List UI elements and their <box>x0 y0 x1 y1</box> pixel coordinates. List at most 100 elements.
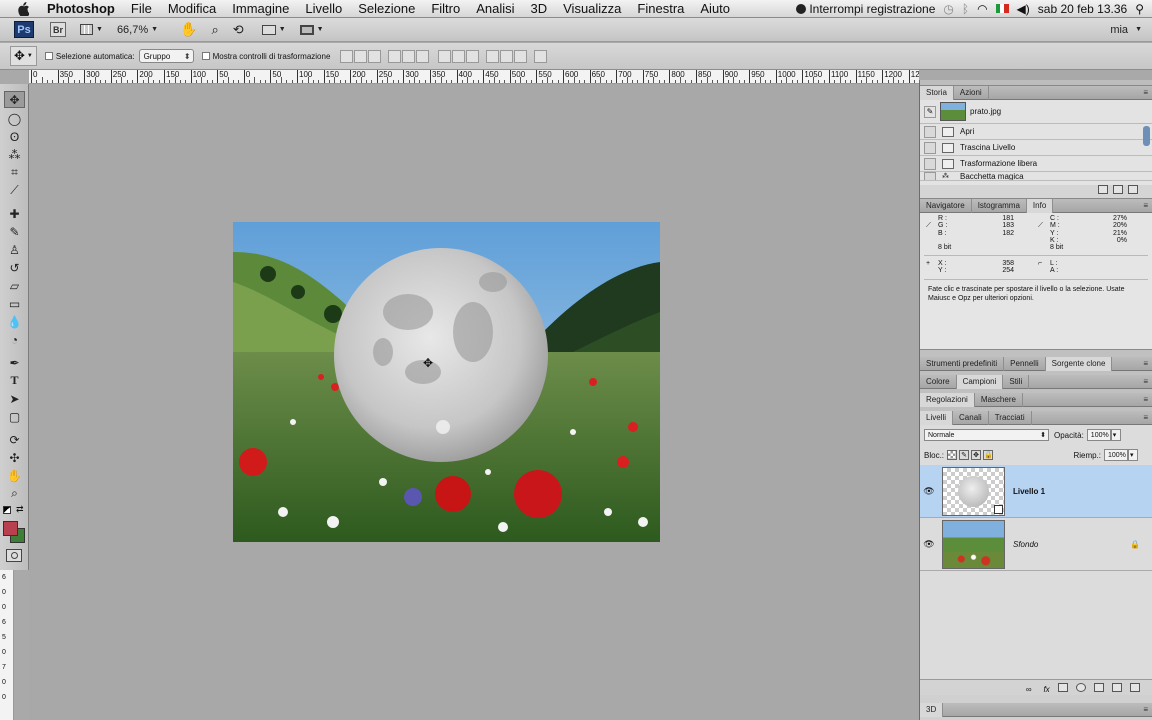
menu-file[interactable]: File <box>123 0 160 18</box>
3d-orbit-icon[interactable]: ✣ <box>4 449 25 466</box>
lasso-tool-icon[interactable]: ʘ <box>4 128 25 145</box>
lock-pixels-icon[interactable]: ✎ <box>959 450 970 460</box>
panel-menu-icon[interactable]: ≡ <box>1143 393 1148 407</box>
menu-modifica[interactable]: Modifica <box>160 0 224 18</box>
type-tool-icon[interactable]: T <box>4 372 25 389</box>
menu-finestra[interactable]: Finestra <box>629 0 692 18</box>
view-extras-button[interactable]: ▼ <box>80 24 103 35</box>
menu-selezione[interactable]: Selezione <box>350 0 423 18</box>
clone-stamp-icon[interactable]: ♙ <box>4 241 25 258</box>
lock-position-icon[interactable]: ✥ <box>971 450 982 460</box>
hand-tool-button[interactable]: ✋ <box>180 21 197 38</box>
tab-layers[interactable]: Livelli <box>920 410 954 425</box>
fill-slider-button[interactable]: ▾ <box>1128 449 1138 461</box>
history-step[interactable]: Trascina Livello <box>920 140 1152 156</box>
horizontal-ruler[interactable]: 0 350 300 250 200 150 100 50 0 50 100 150 200 250 300 3… <box>29 70 919 84</box>
fx-icon[interactable]: fx <box>1040 685 1049 694</box>
apple-menu-icon[interactable] <box>16 1 30 16</box>
tool-preset-picker[interactable]: ✥ ▼ <box>10 46 37 66</box>
canvas-area[interactable]: ✥ <box>29 84 919 720</box>
auto-align-layers-button[interactable] <box>534 49 548 63</box>
brush-tool-icon[interactable]: ✎ <box>4 223 25 240</box>
tab-3d[interactable]: 3D <box>920 702 944 717</box>
distribute-hcenter-button[interactable] <box>500 49 514 63</box>
brush-source-icon[interactable]: ✎ <box>924 105 936 118</box>
layer-row-sfondo[interactable]: 👁 Sfondo 🔒 <box>920 518 1152 571</box>
history-step[interactable]: ⁂ Bacchetta magica <box>920 172 1152 181</box>
move-tool-icon[interactable]: ✥ <box>4 91 25 108</box>
wifi-icon[interactable]: ◠ <box>977 2 987 16</box>
align-left-edges-button[interactable] <box>388 49 402 63</box>
align-top-edges-button[interactable] <box>340 49 354 63</box>
align-vertical-centers-button[interactable] <box>354 49 368 63</box>
menu-3d[interactable]: 3D <box>523 0 556 18</box>
tab-swatches[interactable]: Campioni <box>956 374 1004 389</box>
distribute-bottom-button[interactable] <box>466 49 480 63</box>
new-snapshot-icon[interactable] <box>1113 185 1123 194</box>
healing-brush-icon[interactable]: ✚ <box>4 205 25 222</box>
stop-recording-button[interactable]: Interrompi registrazione <box>796 2 935 16</box>
layer-name[interactable]: Sfondo <box>1013 540 1038 549</box>
distribute-right-button[interactable] <box>514 49 528 63</box>
panel-menu-icon[interactable]: ≡ <box>1143 357 1148 371</box>
default-colors-icon[interactable] <box>3 506 11 514</box>
zoom-level-dropdown[interactable]: 66,7% ▼ <box>117 24 158 36</box>
menu-aiuto[interactable]: Aiuto <box>692 0 738 18</box>
panel-menu-icon[interactable]: ≡ <box>1143 375 1148 389</box>
swap-colors-icon[interactable]: ⇄ <box>16 504 24 515</box>
screen-mode-button[interactable]: ▼ <box>299 24 324 35</box>
hand-icon[interactable]: ✋ <box>4 467 25 484</box>
zoom-tool-button[interactable]: ⌕ <box>212 22 219 38</box>
path-selection-icon[interactable]: ➤ <box>4 390 25 407</box>
menu-livello[interactable]: Livello <box>297 0 350 18</box>
align-right-edges-button[interactable] <box>416 49 430 63</box>
align-horizontal-centers-button[interactable] <box>402 49 416 63</box>
tab-actions[interactable]: Azioni <box>954 85 989 100</box>
launch-bridge-button[interactable]: Br <box>50 22 66 37</box>
magic-wand-icon[interactable]: ⁂ <box>4 146 25 163</box>
new-document-from-state-icon[interactable] <box>1098 185 1108 194</box>
menu-filtro[interactable]: Filtro <box>423 0 468 18</box>
tab-adjustments[interactable]: Regolazioni <box>920 392 975 407</box>
lasso-marquee-icon[interactable]: ◯ <box>4 110 25 127</box>
distribute-left-button[interactable] <box>486 49 500 63</box>
rotate-view-button[interactable]: ⟲ <box>233 22 244 38</box>
crop-tool-icon[interactable]: ⌗ <box>4 164 25 181</box>
add-mask-icon[interactable] <box>1057 683 1068 692</box>
time-machine-icon[interactable]: ◷ <box>943 2 953 16</box>
distribute-top-button[interactable] <box>438 49 452 63</box>
italian-flag-icon[interactable] <box>995 4 1009 13</box>
auto-select-dropdown[interactable]: Gruppo <box>138 49 194 63</box>
tab-tool-presets[interactable]: Strumenti predefiniti <box>920 356 1005 371</box>
quick-mask-icon[interactable] <box>6 549 22 562</box>
menu-app-name[interactable]: Photoshop <box>39 0 123 18</box>
align-bottom-edges-button[interactable] <box>368 49 382 63</box>
eraser-icon[interactable]: ▱ <box>4 277 25 294</box>
document-image[interactable] <box>233 222 660 542</box>
3d-rotate-icon[interactable]: ⟳ <box>4 431 25 448</box>
zoom-icon[interactable]: ⌕ <box>4 485 25 502</box>
menu-immagine[interactable]: Immagine <box>224 0 297 18</box>
tab-paths[interactable]: Tracciati <box>989 410 1032 425</box>
layer-name[interactable]: Livello 1 <box>1013 487 1045 496</box>
history-brush-icon[interactable]: ↺ <box>4 259 25 276</box>
fill-field[interactable]: 100% <box>1104 449 1128 461</box>
history-step[interactable]: Trasformazione libera <box>920 156 1152 172</box>
tab-histogram[interactable]: Istogramma <box>972 198 1027 213</box>
link-layers-icon[interactable]: ∞ <box>1022 685 1032 694</box>
trash-icon[interactable] <box>1130 683 1140 692</box>
history-scrollbar[interactable] <box>1143 126 1150 146</box>
opacity-slider-button[interactable]: ▾ <box>1110 429 1121 441</box>
new-group-icon[interactable] <box>1093 683 1104 692</box>
arrange-documents-button[interactable]: ▼ <box>261 24 286 35</box>
eye-icon[interactable]: 👁 <box>922 539 936 550</box>
tab-history[interactable]: Storia <box>920 85 954 100</box>
adjustment-layer-icon[interactable] <box>1075 683 1086 692</box>
history-step[interactable]: Apri <box>920 124 1152 140</box>
clock-text[interactable]: sab 20 feb 13.36 <box>1038 2 1127 16</box>
tab-navigator[interactable]: Navigatore <box>920 198 972 213</box>
vertical-ruler[interactable]: 6 0 0 6 5 0 7 0 0 <box>0 570 14 720</box>
foreground-color-swatch[interactable] <box>3 521 18 536</box>
panel-menu-icon[interactable]: ≡ <box>1143 703 1148 717</box>
spotlight-icon[interactable]: ⚲ <box>1135 2 1144 16</box>
